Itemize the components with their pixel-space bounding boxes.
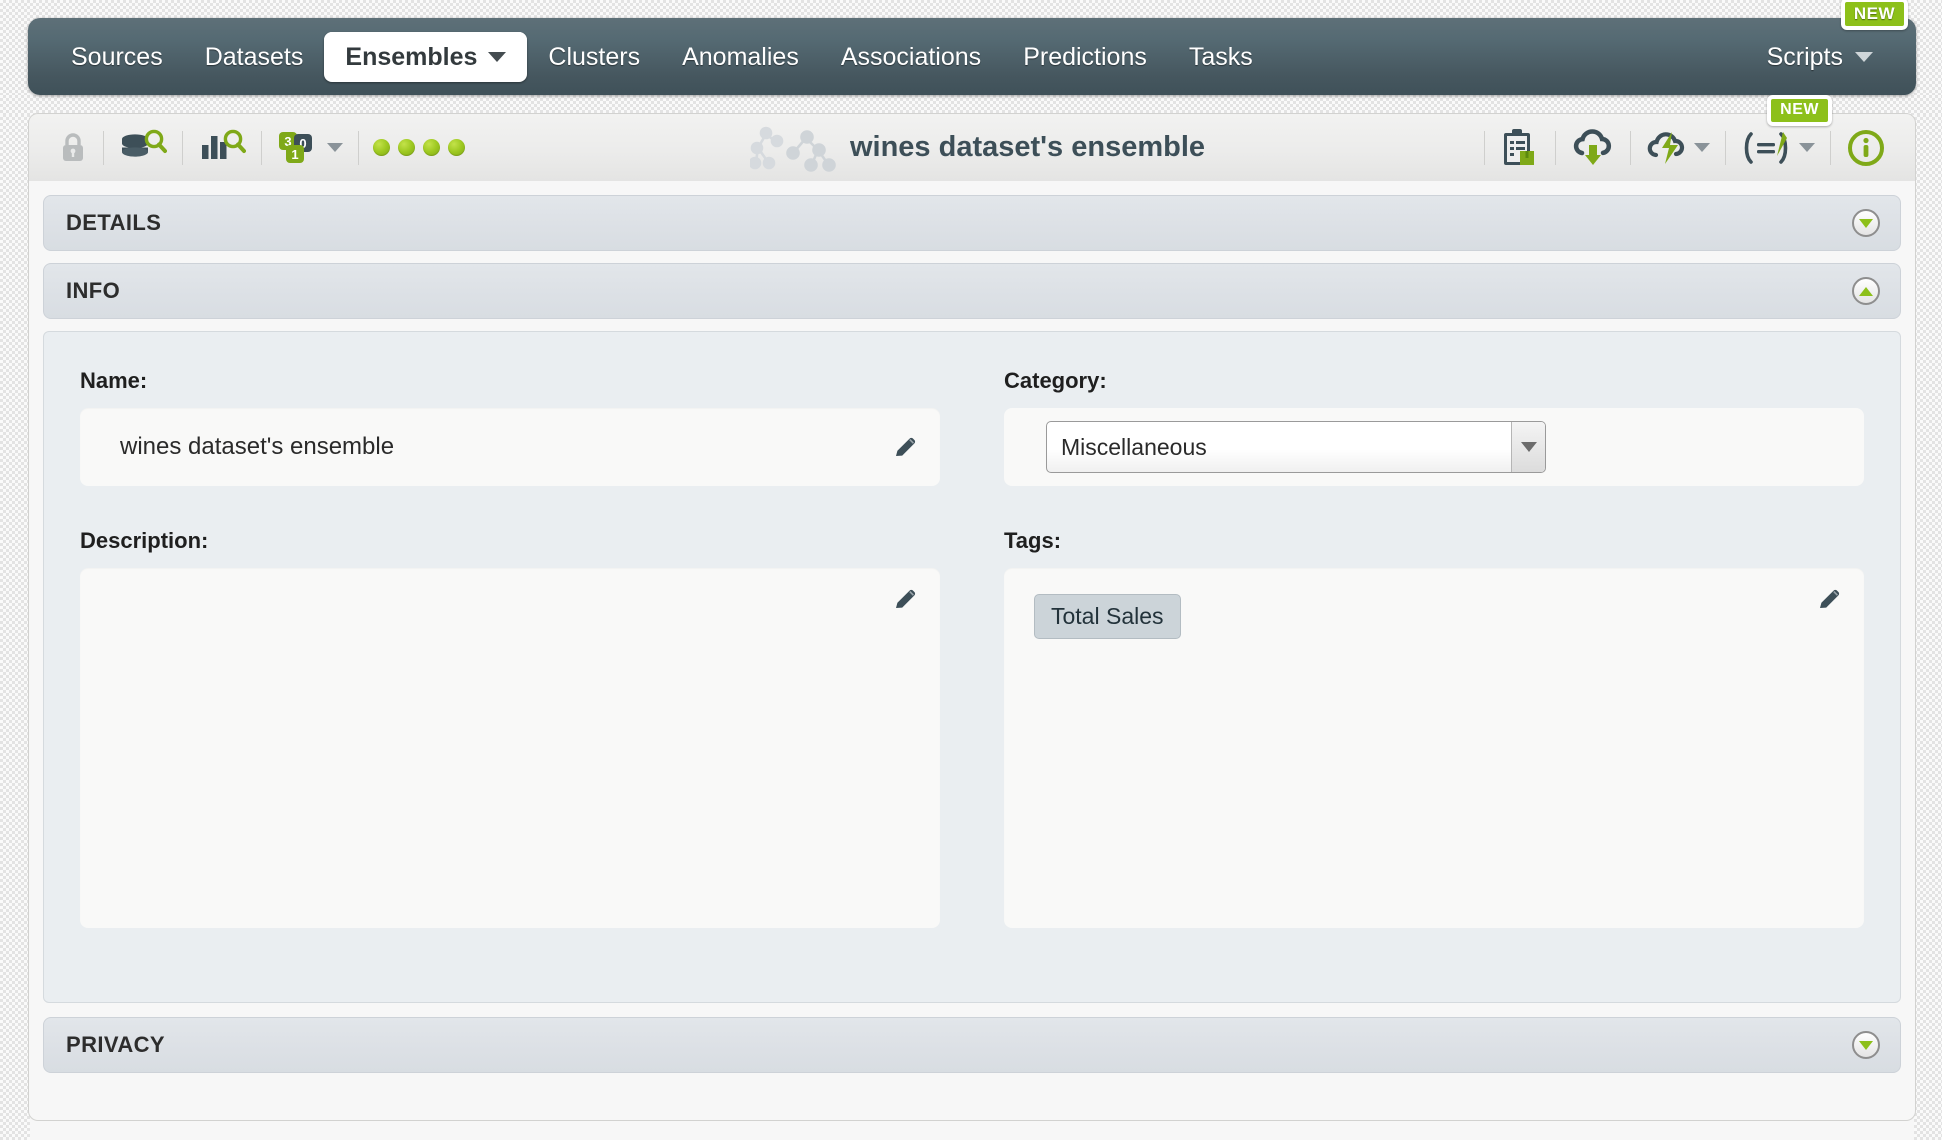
tags-field[interactable]: Total Sales: [1004, 568, 1864, 928]
dataset-search-icon: [198, 129, 246, 167]
edit-name-pencil-icon[interactable]: [892, 434, 918, 460]
nav-item-scripts-label: Scripts: [1766, 42, 1843, 71]
category-label: Category:: [1004, 368, 1107, 393]
description-label: Description:: [80, 528, 209, 553]
toolbar-separator: [261, 130, 262, 165]
nav-item-anomalies[interactable]: Anomalies: [661, 32, 820, 82]
info-section-body: Name: wines dataset's ensemble Descripti…: [43, 331, 1901, 1003]
chevron-up-icon: [1859, 286, 1873, 296]
dataset-button[interactable]: [187, 121, 257, 175]
source-search-icon: [119, 129, 167, 167]
info-icon: [1846, 128, 1886, 168]
ensemble-icon: [749, 124, 836, 172]
svg-text:1: 1: [291, 147, 298, 162]
toolbar-separator: [1725, 130, 1726, 165]
chevron-down-icon: [1799, 143, 1815, 152]
background-texture-left: [0, 0, 30, 1140]
section-title-privacy: PRIVACY: [66, 1032, 165, 1057]
section-title-details: DETAILS: [66, 210, 162, 235]
chevron-down-icon: [1855, 51, 1873, 62]
category-field: Miscellaneous: [1004, 408, 1864, 486]
toolbar-separator: [103, 130, 104, 165]
main-navigation: Sources Datasets Ensembles Clusters Anom…: [28, 0, 1916, 95]
nav-item-scripts[interactable]: Scripts NEW: [1746, 0, 1908, 82]
evaluate-icon: [1741, 128, 1795, 168]
nav-item-tasks[interactable]: Tasks: [1168, 32, 1274, 82]
status-progress-dots: [363, 139, 475, 156]
nav-item-predictions[interactable]: Predictions: [1002, 32, 1168, 82]
page-title: wines dataset's ensemble: [849, 131, 1206, 163]
download-button[interactable]: [1489, 121, 1551, 175]
new-badge: NEW: [1767, 94, 1832, 126]
nav-item-ensembles-label: Ensembles: [345, 42, 478, 71]
lock-icon: [58, 131, 88, 165]
models-icon: 3 0 1: [277, 128, 323, 168]
batch-prediction-icon: [1646, 128, 1690, 168]
section-header-details[interactable]: DETAILS: [43, 195, 1901, 251]
export-button[interactable]: [1560, 121, 1626, 175]
nav-item-associations[interactable]: Associations: [820, 32, 1002, 82]
chevron-down-icon: [1859, 1040, 1873, 1050]
info-button[interactable]: [1835, 121, 1897, 175]
section-title-info: INFO: [66, 278, 121, 303]
toolbar-separator: [1830, 130, 1831, 165]
source-button[interactable]: [108, 121, 178, 175]
background-texture-gap: [0, 95, 1942, 115]
nav-item-clusters[interactable]: Clusters: [527, 32, 661, 82]
status-dot: [423, 139, 440, 156]
resource-content-panel: DETAILS INFO Name: wines dataset's ensem…: [28, 181, 1916, 1121]
status-dot: [398, 139, 415, 156]
background-texture-right: [1914, 0, 1942, 1140]
name-label: Name:: [80, 368, 148, 393]
new-badge: NEW: [1840, 0, 1908, 30]
tag-item[interactable]: Total Sales: [1034, 594, 1181, 639]
info-right-column: Category: Miscellaneous Tags: Total Sale…: [1004, 368, 1864, 960]
toolbar-separator: [358, 130, 359, 165]
chevron-down-icon: [1694, 143, 1710, 152]
nav-item-datasets[interactable]: Datasets: [184, 32, 325, 82]
edit-description-pencil-icon[interactable]: [892, 586, 918, 612]
nav-item-ensembles[interactable]: Ensembles: [324, 31, 528, 82]
category-select-holder: Miscellaneous: [1046, 421, 1546, 473]
tags-label: Tags:: [1004, 528, 1062, 553]
resource-toolbar: 3 0 1 wines dataset's ensemble NEW: [28, 94, 1916, 181]
status-dot: [373, 139, 390, 156]
collapse-toggle-privacy[interactable]: [1852, 1031, 1880, 1059]
resource-title-group: wines dataset's ensemble: [749, 124, 1206, 172]
toolbar-separator: [182, 130, 183, 165]
name-field[interactable]: wines dataset's ensemble: [80, 408, 940, 486]
collapse-toggle-details[interactable]: [1852, 209, 1880, 237]
batch-prediction-button[interactable]: [1635, 121, 1721, 175]
toolbar-separator: [1555, 130, 1556, 165]
name-value: wines dataset's ensemble: [120, 433, 395, 460]
info-left-column: Name: wines dataset's ensemble Descripti…: [80, 368, 940, 960]
status-dot: [448, 139, 465, 156]
evaluate-button[interactable]: NEW: [1730, 94, 1832, 175]
clipboard-download-icon: [1500, 127, 1540, 169]
section-header-privacy[interactable]: PRIVACY: [43, 1017, 1901, 1073]
collapse-toggle-info[interactable]: [1852, 277, 1880, 305]
section-header-info[interactable]: INFO: [43, 263, 1901, 319]
edit-tags-pencil-icon[interactable]: [1816, 586, 1842, 612]
chevron-down-icon: [488, 51, 507, 62]
cloud-download-icon: [1571, 127, 1615, 169]
chevron-down-icon: [1859, 218, 1873, 228]
nav-item-sources[interactable]: Sources: [50, 32, 184, 82]
description-field[interactable]: [80, 568, 940, 928]
category-select[interactable]: Miscellaneous: [1046, 421, 1546, 473]
lock-button[interactable]: [47, 121, 99, 175]
chevron-down-icon: [327, 143, 343, 152]
toolbar-separator: [1630, 130, 1631, 165]
toolbar-separator: [1484, 130, 1485, 165]
models-button[interactable]: 3 0 1: [266, 121, 354, 175]
